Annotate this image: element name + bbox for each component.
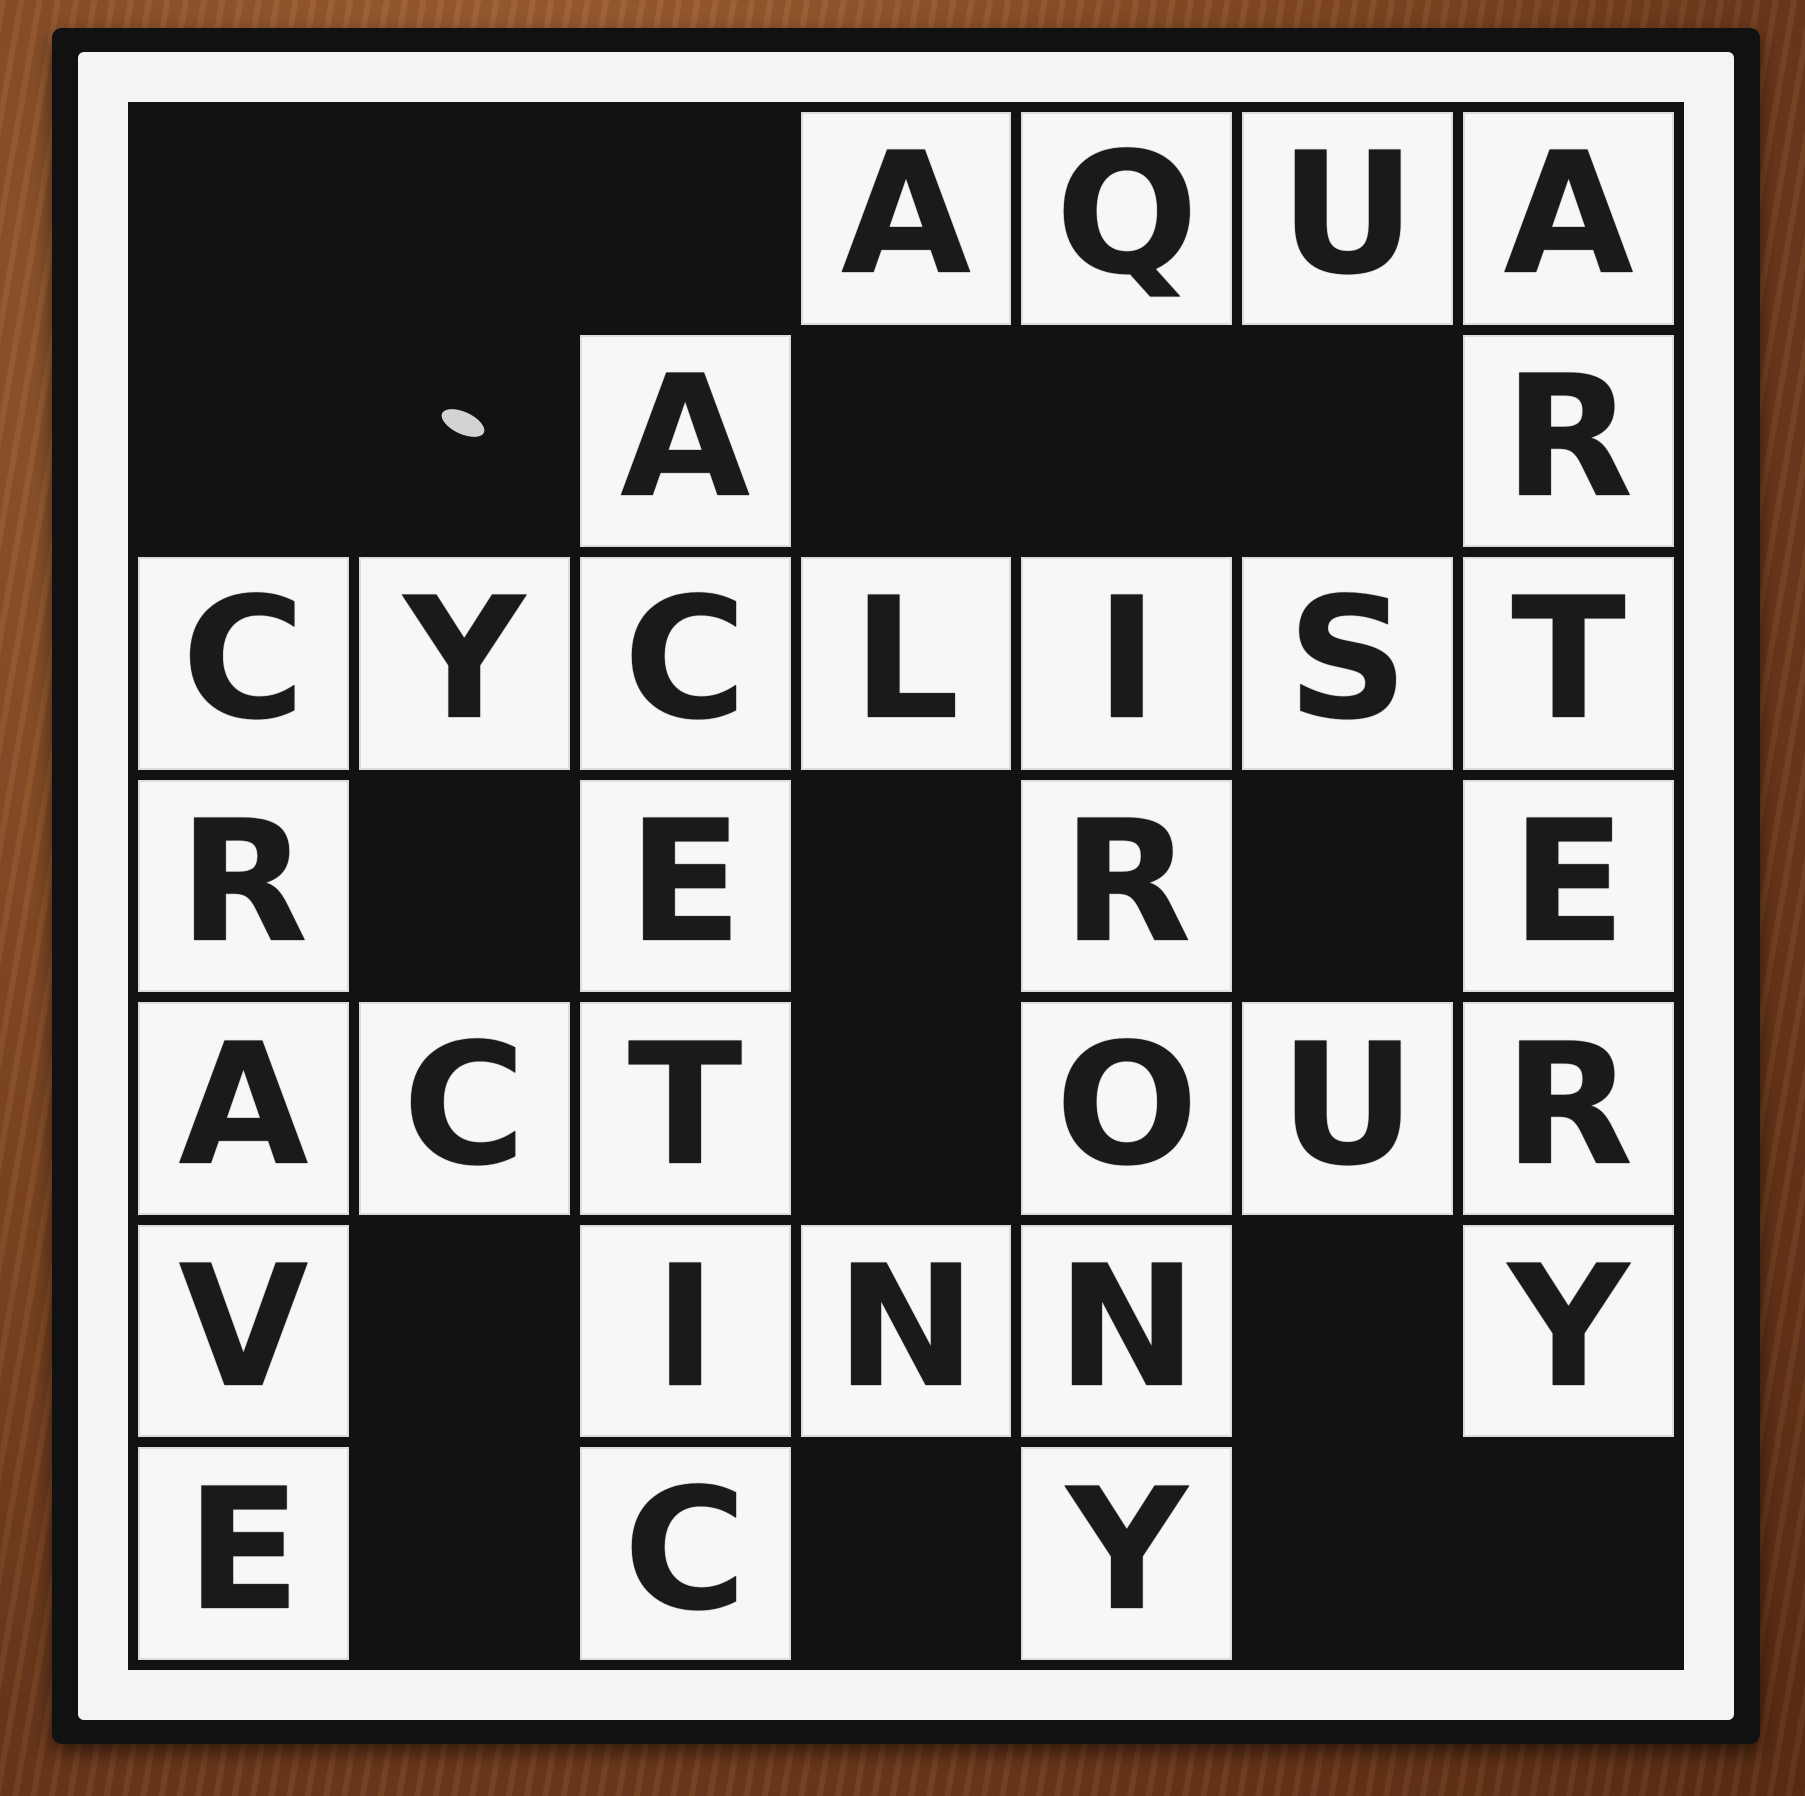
black-square [359,335,570,548]
letter-square: O [1021,1002,1233,1215]
tile-white-frame: AQUAARCYCLISTREREACTOURVINNYECY [78,52,1734,1720]
black-square [138,112,349,325]
letter-square: A [138,1002,349,1215]
black-square [1242,1225,1453,1438]
square-letter: I [653,1229,717,1426]
square-letter: U [1279,116,1416,313]
crossword-grid: AQUAARCYCLISTREREACTOURVINNYECY [128,102,1684,1670]
square-letter: E [1511,783,1626,980]
square-letter: R [1503,338,1634,535]
letter-square: E [579,779,791,993]
square-letter: Y [1507,1229,1630,1426]
square-letter: O [1055,1006,1199,1203]
black-square [359,112,570,325]
letter-square: E [1463,779,1674,993]
letter-square: C [579,557,791,770]
letter-square: R [1463,334,1674,548]
square-letter: R [1503,1006,1634,1203]
square-letter: N [835,1229,977,1426]
letter-square: R [1463,1002,1674,1215]
letter-square: I [1021,557,1233,770]
square-letter: U [1279,1006,1416,1203]
black-square [1242,1447,1453,1660]
letter-square: A [800,112,1012,325]
letter-square: L [800,557,1012,770]
square-letter: Y [1066,1451,1188,1648]
letter-square: A [1463,112,1674,325]
square-letter: S [1287,561,1409,758]
black-square [359,1447,570,1660]
black-square [1242,335,1453,548]
black-square [138,335,349,548]
black-square [359,780,570,993]
black-square [801,780,1012,993]
square-letter: C [623,1451,747,1648]
square-letter: A [840,116,971,313]
square-letter: I [1095,561,1159,758]
letter-square: Y [1463,1224,1674,1438]
black-square [1242,780,1453,993]
letter-square: N [800,1224,1012,1438]
letter-square: E [138,1447,349,1660]
black-square [1021,335,1232,548]
crossword-tile: AQUAARCYCLISTREREACTOURVINNYECY [52,28,1760,1744]
letter-square: Y [1021,1447,1233,1660]
square-letter: E [627,783,743,980]
black-square [580,112,791,325]
black-square [1463,1447,1674,1660]
letter-square: S [1242,557,1454,770]
square-letter: Q [1055,116,1199,313]
square-letter: L [852,561,960,758]
square-letter: A [620,338,751,535]
letter-square: R [1021,779,1233,993]
letter-square: C [358,1002,570,1215]
square-letter: N [1056,1229,1198,1426]
letter-square: A [579,334,791,548]
letter-square: N [1021,1224,1233,1438]
square-letter: A [178,1006,309,1203]
black-square [801,335,1012,548]
square-letter: E [186,1451,301,1648]
letter-square: T [579,1002,791,1215]
square-letter: C [181,561,306,758]
letter-square: Q [1021,112,1233,325]
square-letter: R [1062,783,1192,980]
letter-square: R [138,779,349,993]
square-letter: C [402,1006,526,1203]
black-square [359,1225,570,1438]
square-letter: V [178,1229,309,1426]
letter-square: Y [358,557,570,770]
letter-square: V [138,1224,349,1438]
letter-square: U [1242,1002,1454,1215]
letter-square: U [1242,112,1454,325]
black-square [801,1447,1012,1660]
square-letter: C [623,561,747,758]
letter-square: I [579,1224,791,1438]
letter-square: C [579,1447,791,1660]
square-letter: R [178,783,309,980]
square-letter: Y [403,561,526,758]
letter-square: C [138,557,349,770]
square-letter: A [1503,116,1634,313]
black-square [801,1002,1012,1215]
square-letter: T [1511,561,1626,758]
letter-square: T [1463,557,1674,770]
square-letter: T [627,1006,743,1203]
